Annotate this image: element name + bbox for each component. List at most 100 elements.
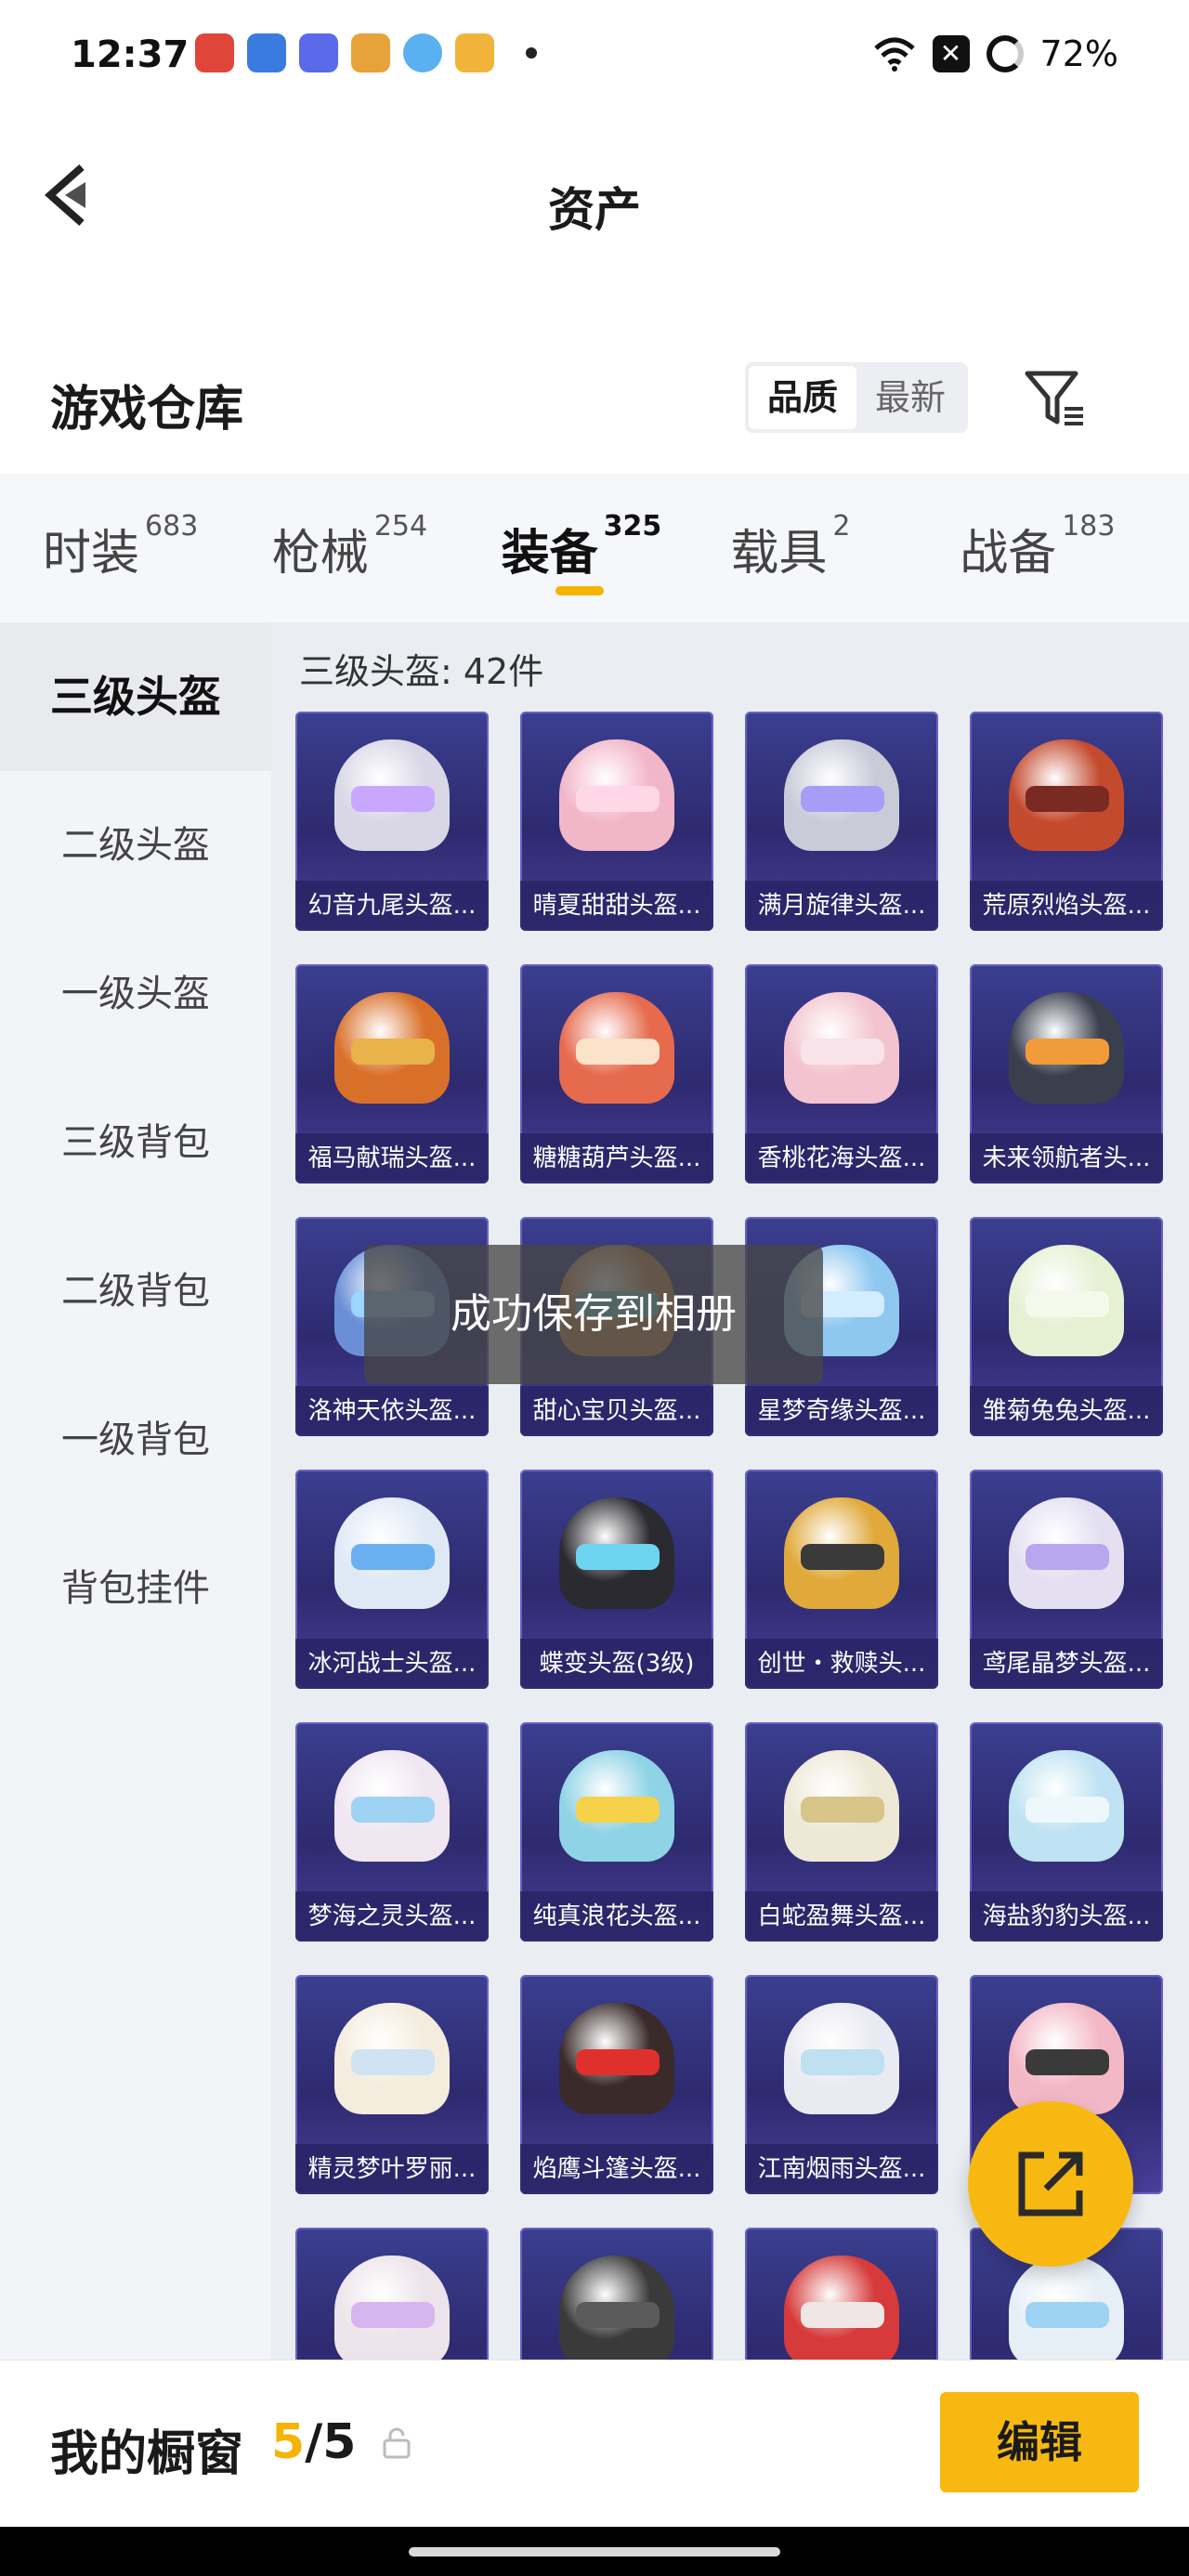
item-card[interactable]: 精灵梦叶罗丽... xyxy=(295,1975,489,2194)
sidebar-item-level3-backpack[interactable]: 三级背包 xyxy=(0,1068,271,1217)
tab-count: 183 xyxy=(1062,509,1116,543)
tab-count: 683 xyxy=(145,509,199,543)
helmet-visor xyxy=(576,1039,660,1065)
subcategory-sidebar: 三级头盔 二级头盔 一级头盔 三级背包 二级背包 一级背包 背包挂件 xyxy=(0,622,271,2360)
tab-active-underline xyxy=(555,585,604,595)
helmet-visor xyxy=(1026,1797,1109,1823)
helmet-visor xyxy=(351,1797,435,1823)
item-card[interactable]: 未来领航者头... xyxy=(970,964,1163,1183)
tab-count: 2 xyxy=(832,509,851,543)
helmet-visor xyxy=(576,1544,660,1570)
tab-label: 枪械 xyxy=(271,525,369,582)
helmet-visor xyxy=(351,1039,435,1065)
item-card[interactable]: 创世・救赎头... xyxy=(745,1470,938,1689)
showcase-bar: 我的橱窗 5/5 编辑 xyxy=(0,2360,1189,2527)
item-card[interactable]: 江南烟雨头盔... xyxy=(745,1975,938,2194)
item-card[interactable]: 香桃花海头盔... xyxy=(745,964,938,1183)
item-card[interactable]: 海盐豹豹头盔... xyxy=(970,1722,1163,1942)
item-card[interactable]: 晴夏甜甜头盔... xyxy=(520,712,713,931)
item-name: 甜心宝贝头盔... xyxy=(520,1386,713,1436)
video-app-icon xyxy=(195,33,234,72)
item-card[interactable]: 梦海之灵头盔... xyxy=(295,1722,489,1942)
item-card[interactable]: 纯真浪花头盔... xyxy=(520,1722,713,1942)
item-name: 白蛇盈舞头盔... xyxy=(745,1891,938,1942)
item-card[interactable]: 雏菊兔兔头盔... xyxy=(970,1217,1163,1436)
share-external-icon xyxy=(1018,2151,1083,2216)
item-card[interactable]: 白蛇盈舞头盔... xyxy=(745,1722,938,1942)
helmet-visor xyxy=(576,1797,660,1823)
tab-label: 载具 xyxy=(730,525,828,582)
app-icon-target xyxy=(455,33,494,72)
tab-guns[interactable]: 枪械 254 xyxy=(271,510,502,583)
more-notifications-dot-icon xyxy=(526,47,537,59)
item-name: 江南烟雨头盔... xyxy=(745,2144,938,2194)
tab-label: 战备 xyxy=(960,525,1057,582)
item-name: 创世・救赎头... xyxy=(745,1639,938,1689)
tab-count: 254 xyxy=(373,509,428,543)
wifi-icon xyxy=(873,37,915,72)
item-card[interactable]: 福马献瑞头盔... xyxy=(295,964,489,1183)
sidebar-item-level2-backpack[interactable]: 二级背包 xyxy=(0,1217,271,1366)
sort-by-quality[interactable]: 品质 xyxy=(749,366,856,429)
sidebar-item-level3-helmet[interactable]: 三级头盔 xyxy=(0,622,271,771)
tab-label: 装备 xyxy=(501,525,598,582)
item-card[interactable] xyxy=(295,2228,489,2360)
sidebar-item-level1-helmet[interactable]: 一级头盔 xyxy=(0,920,271,1068)
showcase-count-separator: / xyxy=(305,2414,323,2470)
helmet-visor xyxy=(1026,2049,1109,2075)
news-app-icon xyxy=(351,33,390,72)
helmet-visor xyxy=(576,2049,660,2075)
item-card[interactable]: 鸢尾晶梦头盔... xyxy=(970,1470,1163,1689)
tab-fashion[interactable]: 时装 683 xyxy=(43,510,272,583)
filter-button[interactable] xyxy=(1022,366,1089,433)
item-card[interactable]: 冰河战士头盔... xyxy=(295,1470,489,1689)
helmet-visor xyxy=(576,786,660,812)
item-name: 精灵梦叶罗丽... xyxy=(295,2144,489,2194)
sort-by-newest[interactable]: 最新 xyxy=(856,366,964,429)
home-gesture-bar[interactable] xyxy=(409,2547,780,2556)
helmet-visor xyxy=(801,2049,884,2075)
item-name: 梦海之灵头盔... xyxy=(295,1891,489,1942)
helmet-visor xyxy=(801,1797,884,1823)
sort-toggle: 品质 最新 xyxy=(745,362,968,433)
sidebar-item-level1-backpack[interactable]: 一级背包 xyxy=(0,1366,271,1514)
warehouse-title: 游戏仓库 xyxy=(50,382,244,438)
item-card[interactable]: 蝶变头盔(3级) xyxy=(520,1470,713,1689)
tab-battle-gear[interactable]: 战备 183 xyxy=(960,510,1189,583)
item-card[interactable]: 荒原烈焰头盔... xyxy=(970,712,1163,931)
item-card[interactable]: 焰鹰斗篷头盔... xyxy=(520,1975,713,2194)
item-name: 海盐豹豹头盔... xyxy=(970,1891,1163,1942)
helmet-visor xyxy=(1026,1291,1109,1317)
status-bar: 12:37 ✕ 72% xyxy=(0,0,1189,111)
helmet-visor xyxy=(801,1039,884,1065)
item-card[interactable] xyxy=(745,2228,938,2360)
helmet-visor xyxy=(351,786,435,812)
page-title: 资产 xyxy=(548,183,641,237)
sidebar-item-level2-helmet[interactable]: 二级头盔 xyxy=(0,771,271,920)
edit-button[interactable]: 编辑 xyxy=(940,2392,1139,2492)
share-fab-button[interactable] xyxy=(968,2101,1133,2267)
item-card[interactable]: 幻音九尾头盔... xyxy=(295,712,489,931)
helmet-visor xyxy=(801,2302,884,2328)
item-count-heading: 三级头盔: 42件 xyxy=(299,651,544,692)
item-card[interactable]: 糖糖葫芦头盔... xyxy=(520,964,713,1183)
showcase-count: 5/5 xyxy=(271,2414,356,2470)
helmet-visor xyxy=(1026,1544,1109,1570)
battery-ring-icon xyxy=(986,35,1024,72)
tab-vehicles[interactable]: 载具 2 xyxy=(730,510,960,583)
helmet-visor xyxy=(1026,1039,1109,1065)
tab-label: 时装 xyxy=(43,525,140,582)
showcase-count-current: 5 xyxy=(271,2414,306,2470)
tab-equipment[interactable]: 装备 325 xyxy=(501,510,731,595)
sidebar-item-backpack-charm[interactable]: 背包挂件 xyxy=(0,1514,271,1663)
item-name: 幻音九尾头盔... xyxy=(295,881,489,931)
item-card[interactable]: 满月旋律头盔... xyxy=(745,712,938,931)
helmet-visor xyxy=(1026,786,1109,812)
item-name: 星梦奇缘头盔... xyxy=(745,1386,938,1436)
item-card[interactable] xyxy=(520,2228,713,2360)
game-app-icon-2 xyxy=(299,33,338,72)
showcase-count-total: 5 xyxy=(322,2414,357,2470)
item-content: 三级头盔: 42件 幻音九尾头盔... 晴夏甜甜头盔... 满月旋律头盔... 荒原烈… xyxy=(271,622,1189,2360)
tab-count: 325 xyxy=(603,509,662,543)
helmet-visor xyxy=(351,1544,435,1570)
